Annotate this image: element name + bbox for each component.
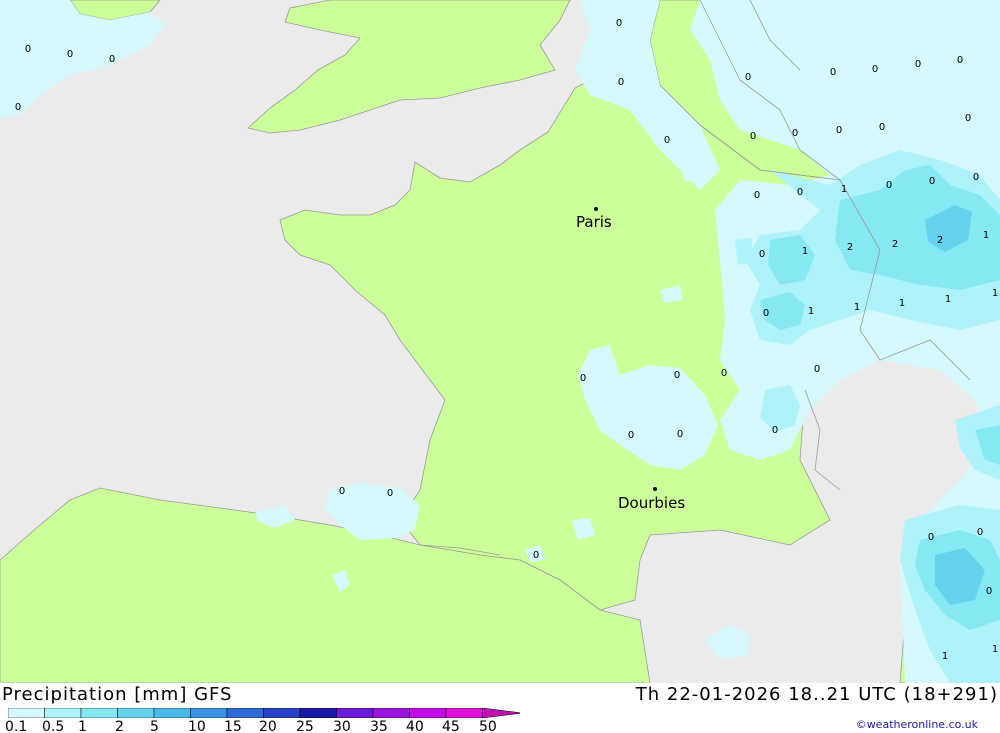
precip-value-label: 0	[929, 176, 935, 187]
precip-value-label: 0	[957, 55, 963, 66]
precip-value-label: 0	[616, 18, 622, 29]
precip-value-label: 0	[886, 180, 892, 191]
credit-link[interactable]: ©weatheronline.co.uk	[856, 718, 978, 731]
legend-swatch	[263, 708, 301, 718]
city-name: Dourbies	[618, 494, 685, 512]
legend-tick-label: 5	[150, 719, 159, 733]
legend-swatch	[299, 708, 337, 718]
precip-legend-bar	[8, 708, 520, 718]
precip-value-label: 1	[808, 306, 814, 317]
legend-swatch	[372, 708, 410, 718]
legend-swatch-arrow	[482, 708, 520, 718]
precip-value-label: 0	[965, 113, 971, 124]
legend-tick-label: 45	[442, 719, 460, 733]
precip-value-label: 0	[986, 586, 992, 597]
legend-tick-label: 30	[333, 719, 351, 733]
precip-value-label: 0	[879, 122, 885, 133]
precip-value-label: 0	[387, 488, 393, 499]
precip-value-label: 1	[992, 644, 998, 655]
legend-swatch	[409, 708, 447, 718]
precip-value-label: 0	[792, 128, 798, 139]
weather-map-view: 0000000000000000000100001222101111100000…	[0, 0, 1000, 733]
precip-value-label: 1	[992, 288, 998, 299]
legend-tick-label: 2	[115, 719, 124, 733]
precip-value-label: 1	[899, 298, 905, 309]
precip-value-label: 0	[677, 429, 683, 440]
precip-value-label: 0	[928, 532, 934, 543]
precip-value-label: 0	[721, 368, 727, 379]
precip-value-label: 0	[814, 364, 820, 375]
precip-value-label: 0	[339, 486, 345, 497]
precip-value-label: 0	[759, 249, 765, 260]
legend-tick-label: 20	[259, 719, 277, 733]
precip-value-label: 2	[937, 235, 943, 246]
precip-value-label: 0	[973, 172, 979, 183]
legend-tick-label: 50	[479, 719, 497, 733]
legend-swatch	[226, 708, 264, 718]
precip-value-label: 0	[915, 59, 921, 70]
precip-value-label: 1	[802, 246, 808, 257]
precip-value-label: 0	[977, 527, 983, 538]
valid-time: Th 22-01-2026 18..21 UTC (18+291)	[635, 684, 998, 705]
precipitation-map: 0 0 0 0 0 0 0 0 0 0 0 0 0 0 0 0 0 0 0 1 0 0 0 0 1 2 2 2 1 0 1 1 1 1 1 0 0 0 0 0…	[0, 0, 1000, 683]
precip-value-label: 0	[754, 190, 760, 201]
precip-value-label: 0	[750, 131, 756, 142]
legend-swatch	[445, 708, 483, 718]
legend-swatch	[336, 708, 374, 718]
precip-value-label: 0	[15, 102, 21, 113]
precip-value-label: 1	[983, 230, 989, 241]
precip-value-label: 0	[674, 370, 680, 381]
legend-swatch	[153, 708, 191, 718]
legend-tick-label: 10	[188, 719, 206, 733]
precip-value-label: 0	[830, 67, 836, 78]
legend-swatch	[80, 708, 118, 718]
precip-value-label: 0	[618, 77, 624, 88]
precip-value-label: 0	[745, 72, 751, 83]
precip-value-label: 2	[847, 242, 853, 253]
precip-value-label: 1	[841, 184, 847, 195]
precip-value-label: 0	[25, 44, 31, 55]
precip-value-label: 0	[664, 135, 670, 146]
precip-value-label: 0	[67, 49, 73, 60]
legend-tick-label: 35	[370, 719, 388, 733]
legend-tick-label: 1	[78, 719, 87, 733]
legend-tick-label: 0.1	[5, 719, 28, 733]
legend-tick-label: 25	[296, 719, 314, 733]
legend-swatch	[117, 708, 155, 718]
legend-swatch	[8, 708, 45, 718]
legend-tick-label: 40	[406, 719, 424, 733]
legend-tick-label: 15	[224, 719, 242, 733]
precip-value-label: 0	[763, 308, 769, 319]
precip-value-label: 0	[872, 64, 878, 75]
precip-value-label: 1	[945, 294, 951, 305]
legend-tick-label: 0.5	[42, 719, 65, 733]
city-marker	[594, 207, 598, 211]
precip-value-label: 1	[854, 302, 860, 313]
precip-value-label: 2	[892, 239, 898, 250]
legend-swatch	[190, 708, 228, 718]
precip-value-label: 0	[109, 54, 115, 65]
precip-value-label: 1	[942, 651, 948, 662]
legend-swatch	[44, 708, 82, 718]
precip-value-label: 0	[836, 125, 842, 136]
precip-value-label: 0	[628, 430, 634, 441]
city-marker	[653, 487, 657, 491]
city-name: Paris	[576, 213, 612, 231]
precip-value-label: 0	[772, 425, 778, 436]
map-title: Precipitation [mm] GFS	[2, 684, 233, 705]
precip-value-label: 0	[797, 187, 803, 198]
precip-value-label: 0	[533, 550, 539, 561]
precip-value-label: 0	[580, 373, 586, 384]
